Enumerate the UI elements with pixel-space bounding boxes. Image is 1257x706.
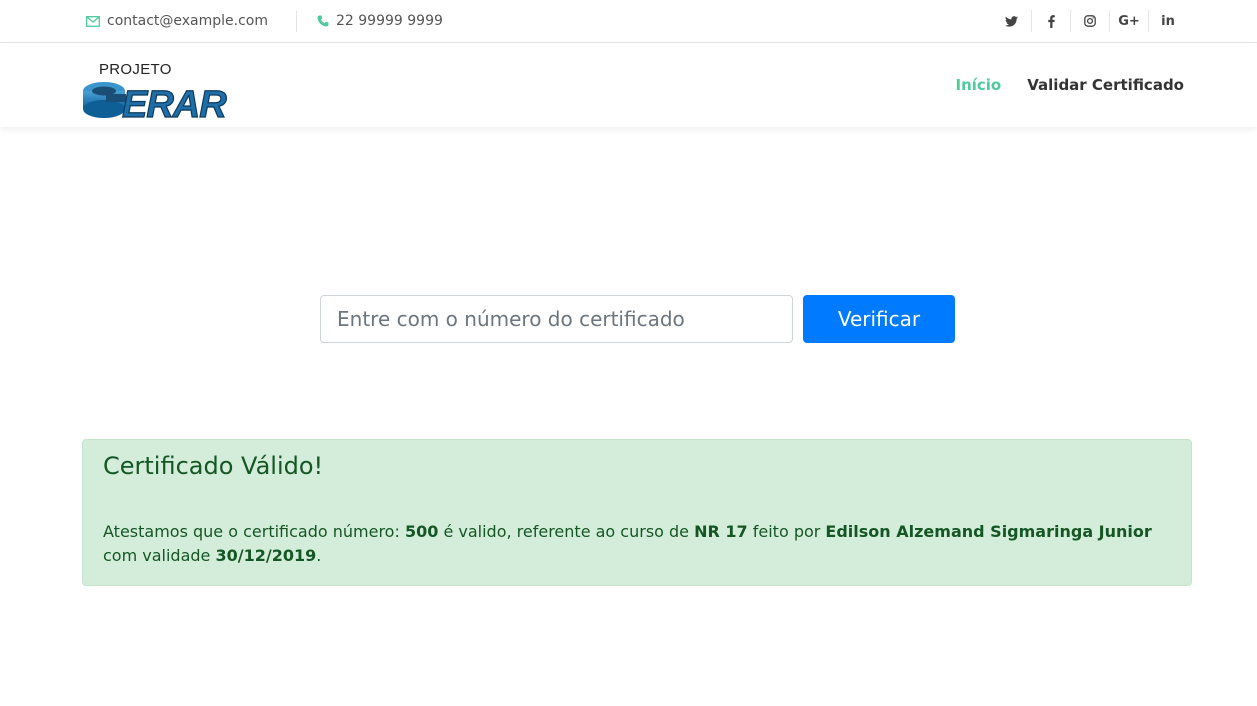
email-text: contact@example.com [107, 13, 268, 29]
person-name: Edilson Alzemand Sigmaringa Junior [825, 522, 1152, 541]
envelope-icon [86, 15, 100, 27]
validity-date: 30/12/2019 [215, 546, 317, 565]
main-nav: Início Validar Certificado [956, 43, 1185, 127]
certificate-number-input[interactable] [320, 295, 793, 343]
logo-gerar-graphic: ERAR [83, 82, 229, 119]
social-links: G+ in [992, 0, 1187, 42]
brand-logo[interactable]: PROJETO ERAR [82, 61, 250, 119]
twitter-icon[interactable] [992, 10, 1031, 32]
alert-message: Atestamos que o certificado número: 500 … [103, 520, 1171, 568]
contact-email[interactable]: contact@example.com [86, 0, 268, 42]
certificate-number: 500 [404, 522, 439, 541]
message-text: com validade [103, 546, 216, 565]
contact-phone[interactable]: 22 99999 9999 [317, 0, 443, 42]
phone-icon [317, 15, 329, 27]
message-text: . [316, 546, 322, 565]
nav-validate-certificate[interactable]: Validar Certificado [1027, 76, 1184, 94]
top-bar: contact@example.com 22 99999 9999 G+ in [0, 0, 1257, 43]
facebook-icon[interactable] [1031, 10, 1070, 32]
instagram-icon[interactable] [1070, 10, 1109, 32]
message-text: é valido, referente ao curso de [438, 522, 695, 541]
verify-button[interactable]: Verificar [803, 295, 955, 343]
nav-home[interactable]: Início [956, 76, 1002, 94]
divider [296, 11, 297, 32]
course-name: NR 17 [694, 522, 748, 541]
google-plus-icon[interactable]: G+ [1109, 10, 1148, 32]
message-text: Atestamos que o certificado número: [103, 522, 405, 541]
validation-result-alert: Certificado Válido! Atestamos que o cert… [82, 439, 1192, 586]
linkedin-icon[interactable]: in [1148, 10, 1187, 32]
message-text: feito por [747, 522, 826, 541]
svg-text:ERAR: ERAR [122, 84, 227, 119]
alert-title: Certificado Válido! [103, 452, 324, 480]
navbar: PROJETO ERAR Início Validar Certificado [0, 43, 1257, 127]
phone-text: 22 99999 9999 [336, 13, 443, 29]
